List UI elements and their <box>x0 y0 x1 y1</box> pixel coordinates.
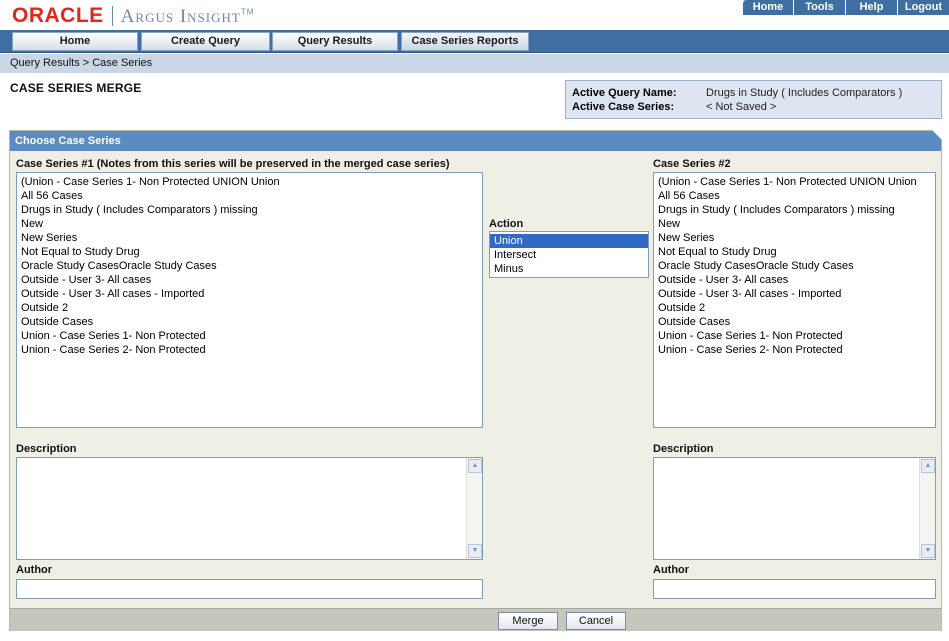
oracle-argus-logo: ORACLE Argus InsightTM <box>12 4 254 28</box>
active-query-name-value: Drugs in Study ( Includes Comparators ) <box>706 87 903 99</box>
case-series-1-option[interactable]: Union - Case Series 2- Non Protected <box>17 343 482 357</box>
case-series-1-list[interactable]: (Union - Case Series 1- Non Protected UN… <box>16 172 483 428</box>
top-link-logout[interactable]: Logout <box>897 0 949 15</box>
author-2-value <box>654 580 935 584</box>
scroll-up-arrow-icon[interactable]: ▲ <box>921 459 935 473</box>
trademark-mark: TM <box>240 7 255 17</box>
case-series-2-option[interactable]: Outside - User 3- All cases <box>654 273 935 287</box>
case-series-1-option[interactable]: (Union - Case Series 1- Non Protected UN… <box>17 175 482 189</box>
tab-case-series-reports[interactable]: Case Series Reports <box>401 32 529 51</box>
tab-create-query[interactable]: Create Query <box>141 32 270 51</box>
cancel-button[interactable]: Cancel <box>566 612 626 630</box>
description-2-textarea[interactable]: ▲ ▼ <box>653 457 936 560</box>
tab-home[interactable]: Home <box>12 32 138 51</box>
case-series-2-option[interactable]: New Series <box>654 231 935 245</box>
active-case-series-value: < Not Saved > <box>706 101 777 113</box>
description-1-label: Description <box>16 443 77 455</box>
case-series-2-option[interactable]: Outside Cases <box>654 315 935 329</box>
description-1-textarea[interactable]: ▲ ▼ <box>16 457 483 560</box>
product-wordmark: Argus InsightTM <box>120 6 255 27</box>
case-series-1-option[interactable]: Not Equal to Study Drug <box>17 245 482 259</box>
top-link-home[interactable]: Home <box>742 0 793 15</box>
action-option[interactable]: Union <box>490 234 648 248</box>
active-query-info: Active Query Name: Drugs in Study ( Incl… <box>565 80 942 119</box>
panel-corner-notch <box>932 130 942 140</box>
tab-query-results[interactable]: Query Results <box>272 32 398 51</box>
case-series-2-option[interactable]: Drugs in Study ( Includes Comparators ) … <box>654 203 935 217</box>
action-option[interactable]: Minus <box>490 262 648 276</box>
breadcrumb: Query Results > Case Series <box>0 54 949 73</box>
description-2-scrollbar[interactable]: ▲ ▼ <box>919 458 935 559</box>
author-2-label: Author <box>653 564 690 576</box>
case-series-1-option[interactable]: Outside Cases <box>17 315 482 329</box>
case-series-2-label: Case Series #2 <box>653 158 731 170</box>
top-links: Home Tools Help Logout <box>742 0 949 15</box>
case-series-1-option[interactable]: Oracle Study CasesOracle Study Cases <box>17 259 482 273</box>
description-2-label: Description <box>653 443 714 455</box>
case-series-1-option[interactable]: Drugs in Study ( Includes Comparators ) … <box>17 203 482 217</box>
merge-button[interactable]: Merge <box>498 612 558 630</box>
case-series-2-option[interactable]: Outside 2 <box>654 301 935 315</box>
page-title: CASE SERIES MERGE <box>10 81 142 95</box>
top-link-tools[interactable]: Tools <box>793 0 845 15</box>
author-1-value <box>17 580 482 584</box>
panel-header: Choose Case Series <box>10 131 941 151</box>
case-series-2-option[interactable]: New <box>654 217 935 231</box>
scroll-down-arrow-icon[interactable]: ▼ <box>468 544 482 558</box>
case-series-2-option[interactable]: Union - Case Series 2- Non Protected <box>654 343 935 357</box>
case-series-1-option[interactable]: Outside 2 <box>17 301 482 315</box>
top-link-help[interactable]: Help <box>845 0 897 15</box>
author-1-input[interactable] <box>16 579 483 599</box>
case-series-2-option[interactable]: Outside - User 3- All cases - Imported <box>654 287 935 301</box>
case-series-1-option[interactable]: Outside - User 3- All cases <box>17 273 482 287</box>
action-list[interactable]: Union Intersect Minus <box>489 231 649 278</box>
main-nav: Home Create Query Query Results Case Ser… <box>0 30 949 53</box>
choose-case-series-panel: Choose Case Series Case Series #1 (Notes… <box>9 130 942 631</box>
case-series-1-option[interactable]: New <box>17 217 482 231</box>
description-1-scrollbar[interactable]: ▲ ▼ <box>466 458 482 559</box>
case-series-2-option[interactable]: Not Equal to Study Drug <box>654 245 935 259</box>
case-series-1-option[interactable]: New Series <box>17 231 482 245</box>
logo-divider <box>111 6 113 26</box>
case-series-1-option[interactable]: Outside - User 3- All cases - Imported <box>17 287 482 301</box>
active-query-name-label: Active Query Name: <box>572 87 677 99</box>
action-label: Action <box>489 218 524 230</box>
active-case-series-label: Active Case Series: <box>572 101 675 113</box>
description-1-value <box>17 458 482 462</box>
description-2-value <box>654 458 935 462</box>
case-series-2-option[interactable]: Union - Case Series 1- Non Protected <box>654 329 935 343</box>
action-option[interactable]: Intersect <box>490 248 648 262</box>
case-series-2-option[interactable]: All 56 Cases <box>654 189 935 203</box>
button-bar: Merge Cancel <box>10 608 941 631</box>
scroll-down-arrow-icon[interactable]: ▼ <box>921 544 935 558</box>
case-series-1-option[interactable]: Union - Case Series 1- Non Protected <box>17 329 482 343</box>
author-1-label: Author <box>16 564 53 576</box>
case-series-1-option[interactable]: All 56 Cases <box>17 189 482 203</box>
header: ORACLE Argus InsightTM Home Tools Help L… <box>0 0 949 30</box>
case-series-1-label: Case Series #1 (Notes from this series w… <box>16 158 450 170</box>
author-2-input[interactable] <box>653 579 936 599</box>
oracle-wordmark: ORACLE <box>12 4 104 27</box>
case-series-2-list[interactable]: (Union - Case Series 1- Non Protected UN… <box>653 172 936 428</box>
case-series-2-option[interactable]: Oracle Study CasesOracle Study Cases <box>654 259 935 273</box>
case-series-2-option[interactable]: (Union - Case Series 1- Non Protected UN… <box>654 175 935 189</box>
scroll-up-arrow-icon[interactable]: ▲ <box>468 459 482 473</box>
